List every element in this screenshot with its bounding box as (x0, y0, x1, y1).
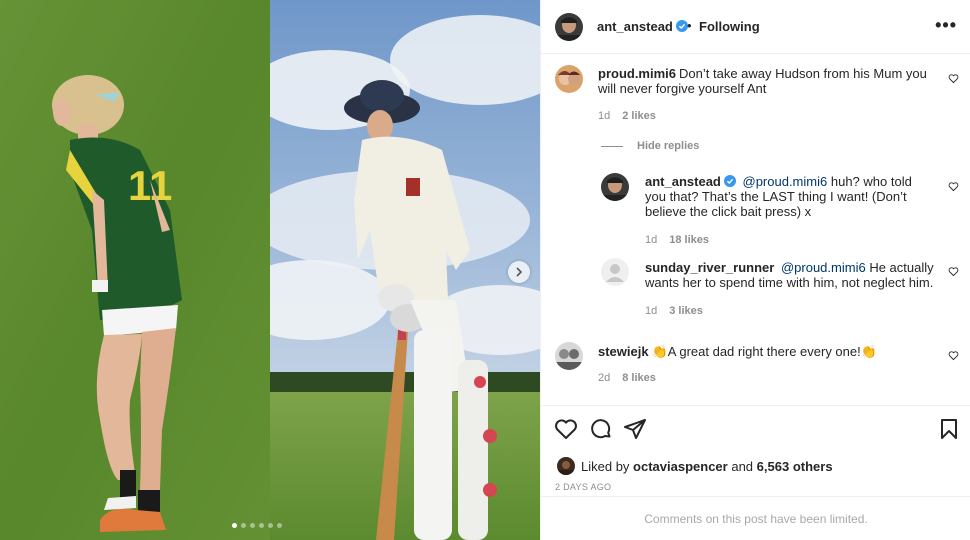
header-separator: • (687, 18, 692, 33)
reply-likes[interactable]: 18 likes (669, 234, 709, 246)
reply-mention[interactable]: @proud.mimi6 (781, 260, 866, 275)
commenter-avatar[interactable] (555, 65, 583, 93)
reply-item: ant_anstead @proud.mimi6 huh? who told y… (541, 163, 970, 253)
reply-meta: 1d 3 likes (645, 305, 703, 317)
carousel-dot (241, 523, 246, 528)
post-details-panel: ant_anstead • Following ••• proud.mimi6 D… (540, 0, 970, 540)
carousel-dot (259, 523, 264, 528)
carousel-dot (250, 523, 255, 528)
reply-meta: 1d 18 likes (645, 234, 709, 246)
author-avatar[interactable] (555, 13, 583, 41)
comment-likes[interactable]: 8 likes (622, 372, 656, 384)
hide-replies-button[interactable]: Hide replies (601, 140, 699, 152)
share-paper-plane-icon[interactable] (623, 417, 647, 441)
save-bookmark-icon[interactable] (937, 417, 961, 441)
reply-username[interactable]: ant_anstead (645, 174, 736, 189)
like-heart-icon[interactable] (554, 417, 578, 441)
reply-item: sunday_river_runner @proud.mimi6 He actu… (541, 249, 970, 329)
comment-time: 2d (598, 372, 611, 384)
like-comment-heart-icon[interactable] (948, 73, 959, 84)
comment-text: proud.mimi6 Don’t take away Hudson from h… (598, 66, 938, 96)
reply-avatar[interactable] (601, 173, 629, 201)
liked-by-and: and (731, 458, 754, 474)
like-comment-heart-icon[interactable] (948, 350, 959, 361)
comments-limited-text: Comments on this post have been limited. (644, 512, 868, 526)
more-options-icon[interactable]: ••• (935, 16, 957, 34)
reply-text: ant_anstead @proud.mimi6 huh? who told y… (645, 174, 935, 219)
verified-badge-icon (723, 175, 736, 187)
chevron-right-icon (516, 267, 523, 277)
liked-by-row: Liked by octaviaspencer and 6,563 others (557, 457, 833, 475)
carousel-dot (277, 523, 282, 528)
comments-list[interactable]: proud.mimi6 Don’t take away Hudson from h… (541, 55, 970, 405)
like-reply-heart-icon[interactable] (948, 181, 959, 192)
svg-text:11: 11 (128, 162, 172, 209)
photo-soccer-player: 11 (0, 0, 270, 540)
comment-likes[interactable]: 2 likes (622, 110, 656, 122)
carousel-dot (268, 523, 273, 528)
reply-time: 1d (645, 234, 658, 246)
comment-username[interactable]: stewiejk (598, 344, 649, 359)
following-button[interactable]: Following (699, 19, 760, 34)
post-header: ant_anstead • Following ••• (541, 0, 970, 54)
photo-cricket-batsman (270, 0, 540, 540)
liked-by-prefix: Liked by (581, 458, 630, 474)
comment-text: stewiejk 👏A great dad right there every o… (598, 344, 938, 359)
reply-avatar[interactable] (601, 258, 629, 286)
liker-avatar[interactable] (557, 457, 575, 475)
reply-mention[interactable]: @proud.mimi6 (743, 174, 828, 189)
author-username[interactable]: ant_anstead (597, 19, 688, 34)
reply-likes[interactable]: 3 likes (669, 305, 703, 317)
post-date[interactable]: 2 DAYS AGO (555, 482, 611, 492)
comment-bubble-icon[interactable] (589, 417, 613, 441)
like-reply-heart-icon[interactable] (948, 266, 959, 277)
comment-meta: 1d 2 likes (598, 110, 656, 122)
post-media-carousel[interactable]: 11 (0, 0, 540, 540)
reply-text: sunday_river_runner @proud.mimi6 He actu… (645, 260, 945, 290)
liked-by-user[interactable]: octaviaspencer (633, 459, 728, 474)
hide-replies-label: Hide replies (637, 140, 700, 152)
clap-emoji-icon: 👏 (651, 344, 668, 359)
comment-body: A great dad right there every one! (667, 344, 861, 359)
comments-limited-notice: Comments on this post have been limited. (541, 496, 970, 540)
comment-item: stewiejk 👏A great dad right there every o… (541, 333, 970, 403)
carousel-next-button[interactable] (508, 261, 530, 283)
reply-time: 1d (645, 305, 658, 317)
carousel-dot (232, 523, 237, 528)
clap-emoji-icon: 👏 (860, 344, 877, 359)
hide-replies-line (601, 145, 623, 147)
comment-username[interactable]: proud.mimi6 (598, 66, 676, 81)
liked-by-count[interactable]: 6,563 others (757, 459, 833, 474)
carousel-dots (232, 523, 282, 528)
comment-time: 1d (598, 110, 611, 122)
comment-meta: 2d 8 likes (598, 372, 656, 384)
reply-username[interactable]: sunday_river_runner (645, 260, 774, 275)
post-actions: Liked by octaviaspencer and 6,563 others… (541, 405, 970, 540)
commenter-avatar[interactable] (555, 342, 583, 370)
